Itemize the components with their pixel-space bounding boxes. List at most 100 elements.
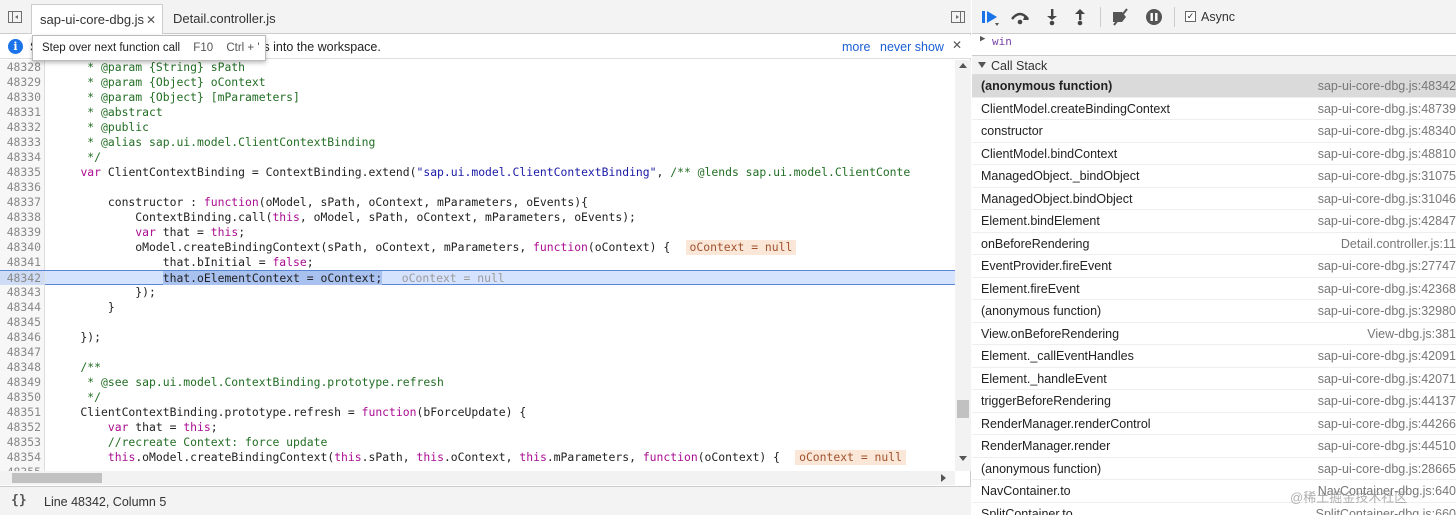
call-frame[interactable]: EventProvider.fireEvent sap-ui-core-dbg.j… <box>972 255 1456 278</box>
line-number[interactable]: 48344 <box>0 300 45 315</box>
async-checkbox[interactable]: ✓ <box>1185 11 1196 22</box>
call-frame-location[interactable]: sap-ui-core-dbg.js:42091 <box>1318 349 1456 363</box>
line-number[interactable]: 48330 <box>0 90 45 105</box>
code-line[interactable]: 48352 var that = this; <box>0 420 955 435</box>
call-frame[interactable]: ManagedObject.bindObject sap-ui-core-dbg.… <box>972 188 1456 210</box>
close-icon[interactable]: ✕ <box>952 38 962 52</box>
code-line[interactable]: 48354 this.oModel.createBindingContext(t… <box>0 450 955 465</box>
line-number[interactable]: 48336 <box>0 180 45 195</box>
call-frame-location[interactable]: sap-ui-core-dbg.js:27747 <box>1318 259 1456 273</box>
call-frame[interactable]: Element.bindElement sap-ui-core-dbg.js:42… <box>972 210 1456 233</box>
line-number[interactable]: 48353 <box>0 435 45 450</box>
expand-arrow-icon[interactable]: ▶ <box>980 34 985 44</box>
code-line[interactable]: 48349 * @see sap.ui.model.ContextBinding… <box>0 375 955 390</box>
call-frame[interactable]: View.onBeforeRendering View-dbg.js:381 <box>972 323 1456 345</box>
code-line[interactable]: 48345 <box>0 315 955 330</box>
line-number[interactable]: 48343 <box>0 285 45 300</box>
line-number[interactable]: 48338 <box>0 210 45 225</box>
step-out-icon[interactable] <box>1070 8 1090 26</box>
code-line[interactable]: 48336 <box>0 180 955 195</box>
code-line[interactable]: 48330 * @param {Object} [mParameters] <box>0 90 955 105</box>
call-frame-location[interactable]: View-dbg.js:381 <box>1367 327 1456 341</box>
call-frame[interactable]: (anonymous function) sap-ui-core-dbg.js:3… <box>972 300 1456 323</box>
code-line[interactable]: 48348 /** <box>0 360 955 375</box>
code-line[interactable]: 48351 ClientContextBinding.prototype.ref… <box>0 405 955 420</box>
call-frame[interactable]: Element._callEventHandles sap-ui-core-dbg… <box>972 345 1456 368</box>
call-stack-header[interactable]: Call Stack <box>972 55 1456 75</box>
code-line[interactable]: 48338 ContextBinding.call(this, oModel, … <box>0 210 955 225</box>
collapse-triangle-icon[interactable] <box>978 62 986 68</box>
line-number[interactable]: 48335 <box>0 165 45 180</box>
code-line[interactable]: 48335 var ClientContextBinding = Context… <box>0 165 955 180</box>
call-frame-location[interactable]: sap-ui-core-dbg.js:48342 <box>1318 79 1456 93</box>
code-line[interactable]: 48328 * @param {String} sPath <box>0 60 955 75</box>
line-number[interactable]: 48342 <box>0 271 45 286</box>
call-frame-location[interactable]: sap-ui-core-dbg.js:42071 <box>1318 372 1456 386</box>
scroll-up-icon[interactable] <box>959 63 967 68</box>
toggle-navigator-icon[interactable] <box>8 11 22 23</box>
code-line[interactable]: 48332 * @public <box>0 120 955 135</box>
line-number[interactable]: 48350 <box>0 390 45 405</box>
deactivate-breakpoints-icon[interactable] <box>1110 8 1130 26</box>
code-line[interactable]: 48341 that.bInitial = false; <box>0 255 955 270</box>
call-frame[interactable]: triggerBeforeRendering sap-ui-core-dbg.js… <box>972 390 1456 413</box>
line-number[interactable]: 48337 <box>0 195 45 210</box>
scroll-thumb[interactable] <box>12 473 102 483</box>
line-number[interactable]: 48348 <box>0 360 45 375</box>
line-number[interactable]: 48341 <box>0 255 45 270</box>
call-frame[interactable]: RenderManager.renderControl sap-ui-core-d… <box>972 413 1456 435</box>
line-number[interactable]: 48333 <box>0 135 45 150</box>
call-frame[interactable]: ClientModel.bindContext sap-ui-core-dbg.j… <box>972 143 1456 165</box>
toggle-debugger-icon[interactable] <box>951 11 965 23</box>
call-frame-location[interactable]: sap-ui-core-dbg.js:48810 <box>1318 147 1456 161</box>
line-number[interactable]: 48332 <box>0 120 45 135</box>
line-number[interactable]: 48340 <box>0 240 45 255</box>
scroll-right-icon[interactable] <box>941 474 946 482</box>
line-number[interactable]: 48339 <box>0 225 45 240</box>
code-view[interactable]: 48328 * @param {String} sPath 48329 * @pa… <box>0 60 955 471</box>
line-number[interactable]: 48351 <box>0 405 45 420</box>
code-line[interactable]: 48331 * @abstract <box>0 105 955 120</box>
resume-icon[interactable] <box>980 8 1000 26</box>
tab-close-icon[interactable]: ✕ <box>146 5 156 35</box>
call-frame[interactable]: constructor sap-ui-core-dbg.js:48340 <box>972 120 1456 143</box>
call-frame-location[interactable]: Detail.controller.js:11 <box>1341 237 1456 251</box>
code-line[interactable]: 48346 }); <box>0 330 955 345</box>
line-number[interactable]: 48334 <box>0 150 45 165</box>
code-line[interactable]: 48339 var that = this; <box>0 225 955 240</box>
code-line[interactable]: 48329 * @param {Object} oContext <box>0 75 955 90</box>
call-frame-location[interactable]: sap-ui-core-dbg.js:42847 <box>1318 214 1456 228</box>
call-frame-location[interactable]: sap-ui-core-dbg.js:32980 <box>1318 304 1456 318</box>
pause-on-exceptions-icon[interactable] <box>1144 8 1164 26</box>
call-frame[interactable]: Element._handleEvent sap-ui-core-dbg.js:4… <box>972 368 1456 390</box>
code-line[interactable]: 48353 //recreate Context: force update <box>0 435 955 450</box>
call-frame-location[interactable]: sap-ui-core-dbg.js:42368 <box>1318 282 1456 296</box>
call-frame-location[interactable]: sap-ui-core-dbg.js:48739 <box>1318 102 1456 116</box>
line-number[interactable]: 48352 <box>0 420 45 435</box>
tab-sap-ui-core-dbg[interactable]: sap-ui-core-dbg.js ✕ <box>31 4 163 34</box>
line-number[interactable]: 48331 <box>0 105 45 120</box>
scroll-thumb[interactable] <box>957 400 969 418</box>
never-show-link[interactable]: never show <box>880 40 944 54</box>
code-line[interactable]: 48333 * @alias sap.ui.model.ClientContex… <box>0 135 955 150</box>
call-frame-location[interactable]: sap-ui-core-dbg.js:31046 <box>1318 192 1456 206</box>
vertical-scrollbar[interactable] <box>955 60 971 471</box>
call-frame[interactable]: RenderManager.render sap-ui-core-dbg.js:4… <box>972 435 1456 458</box>
code-line[interactable]: 48344 } <box>0 300 955 315</box>
call-frame[interactable]: (anonymous function) sap-ui-core-dbg.js:4… <box>972 75 1456 98</box>
call-frame[interactable]: (anonymous function) sap-ui-core-dbg.js:2… <box>972 458 1456 480</box>
call-frame-location[interactable]: sap-ui-core-dbg.js:44137 <box>1318 394 1456 408</box>
code-line-current[interactable]: 48342 that.oElementContext = oContext; oC… <box>0 270 955 286</box>
line-number[interactable]: 48328 <box>0 60 45 75</box>
call-frame-location[interactable]: SplitContainer-dbg.js:660 <box>1316 507 1456 515</box>
horizontal-scrollbar[interactable] <box>0 471 955 485</box>
step-over-icon[interactable] <box>1010 8 1030 26</box>
code-line[interactable]: 48350 */ <box>0 390 955 405</box>
call-frame[interactable]: ClientModel.createBindingContext sap-ui-c… <box>972 98 1456 120</box>
code-line[interactable]: 48343 }); <box>0 285 955 300</box>
call-frame-location[interactable]: sap-ui-core-dbg.js:48340 <box>1318 124 1456 138</box>
line-number[interactable]: 48347 <box>0 345 45 360</box>
call-frame-location[interactable]: sap-ui-core-dbg.js:44266 <box>1318 417 1456 431</box>
call-frame-location[interactable]: sap-ui-core-dbg.js:28665 <box>1318 462 1456 476</box>
code-line[interactable]: 48334 */ <box>0 150 955 165</box>
